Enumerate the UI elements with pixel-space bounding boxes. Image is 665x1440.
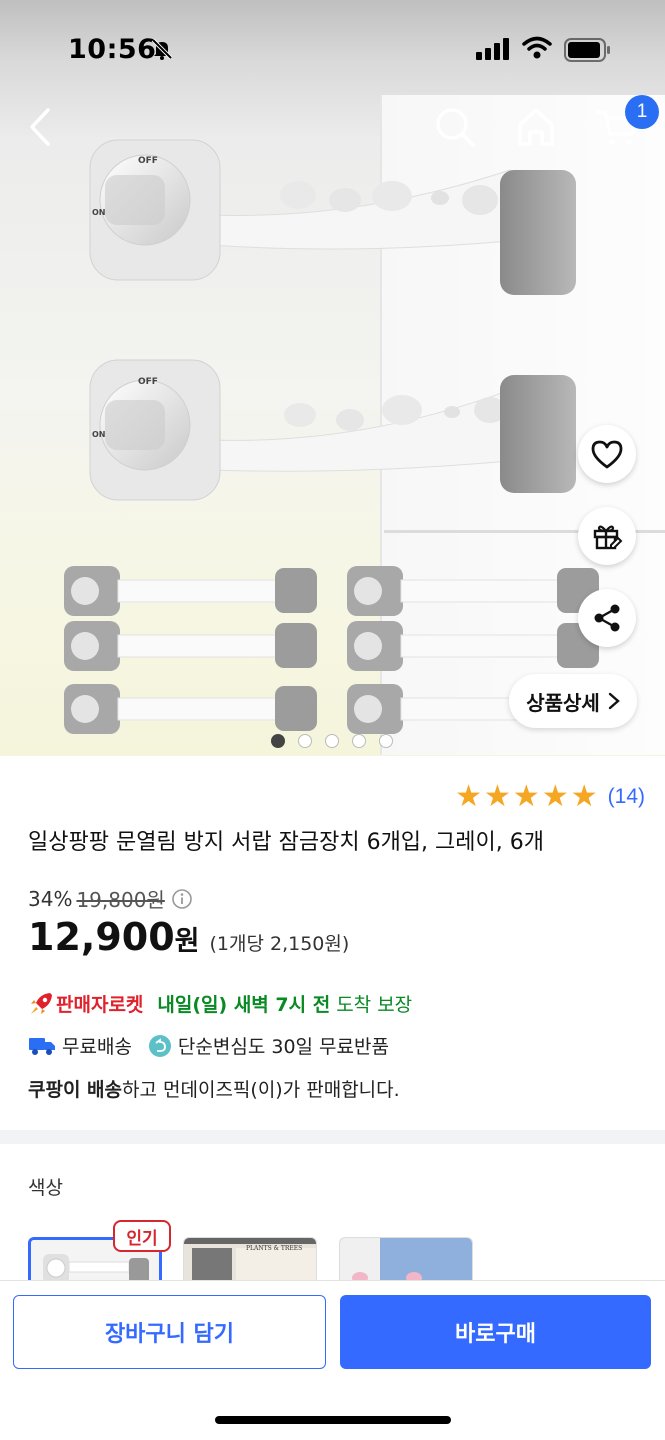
search-icon[interactable] xyxy=(434,106,476,148)
discount-rate: 34% xyxy=(28,886,73,911)
home-indicator[interactable] xyxy=(215,1416,451,1424)
product-title: 일상팡팡 문열림 방지 서랍 잠금장치 6개입, 그레이, 6개 xyxy=(28,830,544,855)
carousel-dot[interactable] xyxy=(352,734,366,748)
carousel-dot[interactable] xyxy=(271,734,285,748)
back-arrow-icon[interactable] xyxy=(26,106,54,148)
star-icon: ★ xyxy=(512,779,540,814)
rocket-delivery-row: 판매자로켓 내일(일) 새벽 7시 전 도착 보장 xyxy=(28,990,412,1017)
silent-bell-icon xyxy=(151,38,173,60)
unit-price: (1개당 2,150원) xyxy=(209,933,350,955)
carousel-dot[interactable] xyxy=(379,734,393,748)
price-row: 12,900 원 (1개당 2,150원) xyxy=(28,915,349,959)
lock-large-bottom xyxy=(89,359,576,501)
arrival-date: 내일(일) 새벽 7시 전 xyxy=(157,994,331,1016)
status-time: 10:56 xyxy=(68,34,157,65)
gift-icon xyxy=(593,525,623,550)
carousel-dot[interactable] xyxy=(298,734,312,748)
battery-icon xyxy=(564,38,610,62)
review-count[interactable]: (14) xyxy=(608,785,645,809)
star-icon: ★ xyxy=(570,779,598,814)
status-bar: 10:56 xyxy=(0,0,665,96)
original-price: 19,800원 xyxy=(76,888,165,912)
free-shipping: 무료배송 xyxy=(62,1036,132,1058)
cart-count-badge: 1 xyxy=(625,95,659,129)
svg-text:ON: ON xyxy=(92,430,106,439)
star-icon: ★ xyxy=(541,779,569,814)
product-detail-button[interactable]: 상품상세 xyxy=(509,674,637,728)
free-return: 단순변심도 30일 무료반품 xyxy=(177,1036,389,1058)
color-option-3[interactable] xyxy=(339,1237,473,1281)
price-currency: 원 xyxy=(174,926,200,957)
star-icon: ★ xyxy=(484,779,511,814)
discount-row: 34% 19,800원 xyxy=(28,884,193,913)
buy-now-button[interactable]: 바로구매 xyxy=(340,1295,651,1369)
rocket-label: 판매자로켓 xyxy=(56,994,144,1016)
svg-text:OFF: OFF xyxy=(138,156,158,166)
return-icon xyxy=(148,1034,171,1057)
gift-button[interactable] xyxy=(578,507,636,565)
rocket-icon xyxy=(31,992,52,1014)
sale-price: 12,900 xyxy=(28,915,175,959)
share-button[interactable] xyxy=(578,589,636,647)
color-option-image: PLANTS & TREES xyxy=(184,1238,316,1280)
seller-name: 하고 먼데이즈픽(이)가 판매합니다. xyxy=(122,1079,400,1101)
truck-icon xyxy=(29,1037,55,1055)
seller-info: 쿠팡이 배송하고 먼데이즈픽(이)가 판매합니다. xyxy=(28,1075,400,1102)
carousel-pagination[interactable] xyxy=(271,734,393,748)
chevron-right-icon xyxy=(608,692,620,710)
svg-text:PLANTS & TREES: PLANTS & TREES xyxy=(246,1245,302,1252)
share-icon xyxy=(594,604,620,632)
product-photo: OFF ON OFF ON xyxy=(64,139,599,734)
cellular-signal-icon xyxy=(476,38,509,60)
add-to-cart-button[interactable]: 장바구니 담기 xyxy=(13,1295,326,1369)
svg-text:ON: ON xyxy=(92,208,106,217)
svg-text:OFF: OFF xyxy=(138,377,158,387)
color-option-2[interactable]: PLANTS & TREES xyxy=(183,1237,317,1281)
heart-icon xyxy=(591,440,623,469)
color-option-label: 색상 xyxy=(28,1177,63,1199)
rating[interactable]: ★ ★ ★ ★ ★ (14) xyxy=(455,782,645,812)
product-detail-label: 상품상세 xyxy=(526,690,600,715)
carousel-dot[interactable] xyxy=(325,734,339,748)
wishlist-button[interactable] xyxy=(578,425,636,483)
arrival-guarantee: 도착 보장 xyxy=(336,994,413,1016)
home-icon[interactable] xyxy=(515,106,557,148)
lock-large-top xyxy=(89,139,576,295)
section-divider xyxy=(0,1130,665,1144)
color-option-image xyxy=(340,1238,472,1280)
wifi-icon xyxy=(522,36,552,59)
seller-delivery-prefix: 쿠팡이 배송 xyxy=(28,1079,123,1101)
info-icon[interactable] xyxy=(171,888,193,910)
popular-badge: 인기 xyxy=(113,1220,171,1252)
shipping-row: 무료배송 단순변심도 30일 무료반품 xyxy=(28,1032,389,1059)
product-image-carousel[interactable]: OFF ON OFF ON xyxy=(0,0,665,756)
star-icon: ★ xyxy=(455,779,483,814)
